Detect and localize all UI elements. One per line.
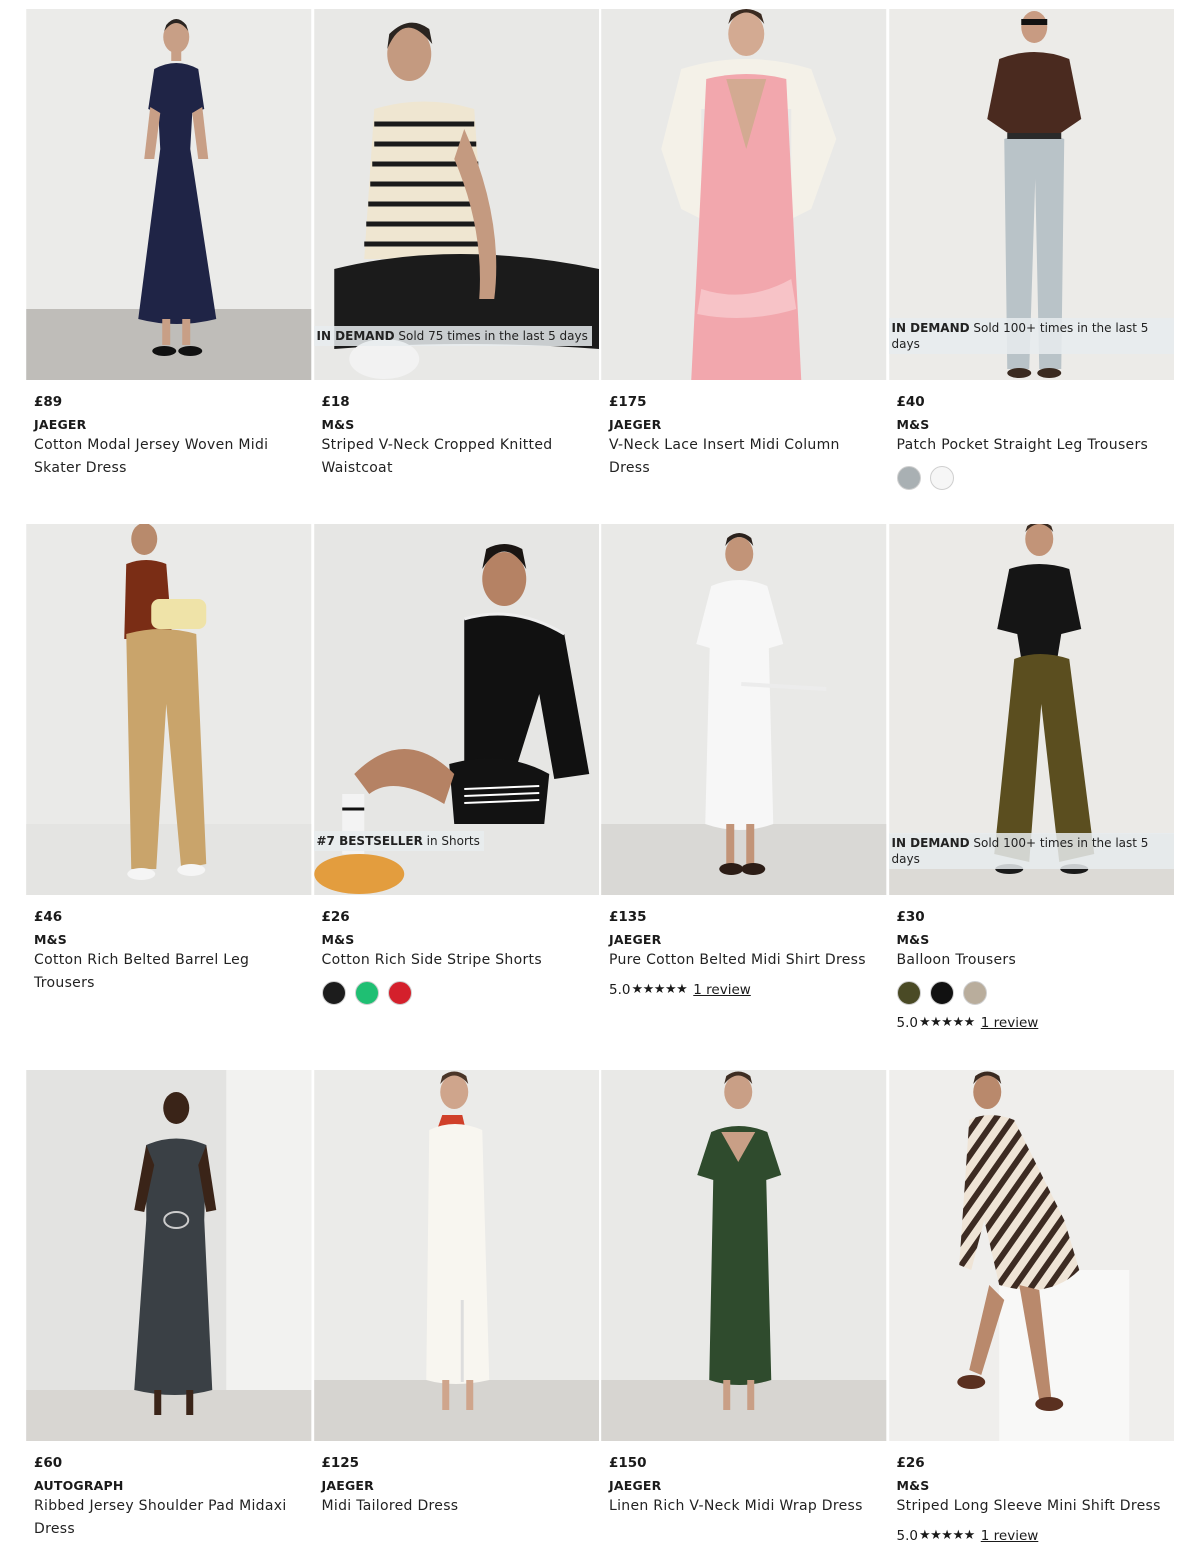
product-price: £46 bbox=[34, 909, 63, 925]
product-card[interactable]: IN DEMAND Sold 75 times in the last 5 da… bbox=[313, 9, 600, 490]
colour-swatch[interactable] bbox=[962, 980, 987, 1005]
rating: 5.0 ★★★★★ 1 review bbox=[897, 1526, 1167, 1546]
colour-swatches bbox=[896, 465, 1167, 490]
product-price: £30 bbox=[896, 909, 925, 925]
product-card[interactable]: £125 JAEGER Midi Tailored Dress bbox=[313, 1070, 600, 1546]
product-image[interactable] bbox=[313, 1070, 600, 1441]
reviews-link[interactable]: 1 review bbox=[693, 980, 751, 1000]
product-card[interactable]: IN DEMAND Sold 100+ times in the last 5 … bbox=[888, 524, 1174, 1033]
in-demand-badge: IN DEMAND Sold 100+ times in the last 5 … bbox=[888, 318, 1174, 354]
rating: 5.0 ★★★★★ 1 review bbox=[609, 980, 879, 1000]
product-row: £89 JAEGER Cotton Modal Jersey Woven Mid… bbox=[26, 9, 1174, 490]
product-brand: M&S bbox=[896, 417, 930, 432]
star-rating-icon: ★★★★★ bbox=[918, 1527, 975, 1543]
product-brand: M&S bbox=[321, 932, 355, 947]
product-image[interactable]: IN DEMAND Sold 100+ times in the last 5 … bbox=[888, 524, 1174, 895]
colour-swatch[interactable] bbox=[929, 465, 954, 490]
product-image[interactable] bbox=[601, 524, 887, 895]
in-demand-badge: IN DEMAND Sold 75 times in the last 5 da… bbox=[313, 326, 592, 346]
product-price: £40 bbox=[896, 394, 925, 410]
product-image[interactable]: IN DEMAND Sold 75 times in the last 5 da… bbox=[313, 9, 600, 380]
bestseller-badge: #7 BESTSELLER in Shorts bbox=[313, 831, 484, 851]
product-title[interactable]: Striped V-Neck Cropped Knitted Waistcoat bbox=[322, 434, 592, 479]
colour-swatch[interactable] bbox=[929, 980, 954, 1005]
star-rating-icon: ★★★★★ bbox=[918, 1014, 975, 1030]
product-title[interactable]: Pure Cotton Belted Midi Shirt Dress bbox=[609, 949, 879, 972]
product-card[interactable]: #7 BESTSELLER in Shorts £26 M&S Cotton R… bbox=[313, 524, 600, 1033]
product-row: £46 M&S Cotton Rich Belted Barrel Leg Tr… bbox=[26, 524, 1174, 1033]
rating-score: 5.0 bbox=[609, 981, 631, 998]
product-image[interactable] bbox=[26, 524, 312, 895]
product-brand: AUTOGRAPH bbox=[34, 1478, 124, 1493]
colour-swatches bbox=[896, 980, 1167, 1005]
product-title[interactable]: Midi Tailored Dress bbox=[322, 1495, 592, 1518]
product-card[interactable]: £150 JAEGER Linen Rich V-Neck Midi Wrap … bbox=[601, 1070, 887, 1546]
colour-swatch[interactable] bbox=[387, 980, 412, 1005]
reviews-link[interactable]: 1 review bbox=[981, 1013, 1039, 1033]
reviews-link[interactable]: 1 review bbox=[981, 1526, 1039, 1546]
product-title[interactable]: Linen Rich V-Neck Midi Wrap Dress bbox=[609, 1495, 879, 1518]
product-title[interactable]: Ribbed Jersey Shoulder Pad Midaxi Dress bbox=[34, 1495, 304, 1540]
product-brand: M&S bbox=[34, 932, 67, 947]
product-card[interactable]: £135 JAEGER Pure Cotton Belted Midi Shir… bbox=[601, 524, 887, 1033]
product-card[interactable]: £26 M&S Striped Long Sleeve Mini Shift D… bbox=[888, 1070, 1175, 1546]
product-title[interactable]: Cotton Rich Side Stripe Shorts bbox=[322, 949, 592, 972]
colour-swatch[interactable] bbox=[354, 980, 379, 1005]
product-brand: M&S bbox=[896, 932, 930, 947]
rating-score: 5.0 bbox=[896, 1014, 918, 1031]
colour-swatch[interactable] bbox=[896, 465, 921, 490]
colour-swatch[interactable] bbox=[896, 980, 921, 1005]
product-image[interactable] bbox=[888, 1070, 1175, 1441]
product-row: £60 AUTOGRAPH Ribbed Jersey Shoulder Pad… bbox=[26, 1070, 1174, 1546]
product-brand: JAEGER bbox=[609, 1478, 662, 1493]
product-image[interactable] bbox=[26, 1070, 312, 1441]
product-price: £89 bbox=[34, 394, 63, 410]
product-brand: M&S bbox=[321, 417, 355, 432]
colour-swatches bbox=[321, 980, 592, 1005]
product-title[interactable]: Balloon Trousers bbox=[897, 949, 1167, 972]
product-price: £125 bbox=[321, 1455, 360, 1471]
product-price: £26 bbox=[321, 909, 350, 925]
product-image[interactable]: IN DEMAND Sold 100+ times in the last 5 … bbox=[888, 9, 1174, 380]
product-card[interactable]: £60 AUTOGRAPH Ribbed Jersey Shoulder Pad… bbox=[26, 1070, 312, 1546]
product-image[interactable] bbox=[601, 1070, 887, 1441]
product-image[interactable]: #7 BESTSELLER in Shorts bbox=[313, 524, 600, 895]
star-rating-icon: ★★★★★ bbox=[631, 981, 688, 997]
product-price: £26 bbox=[896, 1455, 925, 1471]
product-card[interactable]: £89 JAEGER Cotton Modal Jersey Woven Mid… bbox=[26, 9, 312, 490]
product-title[interactable]: Patch Pocket Straight Leg Trousers bbox=[897, 434, 1167, 457]
product-image[interactable] bbox=[601, 9, 887, 380]
product-title[interactable]: V-Neck Lace Insert Midi Column Dress bbox=[609, 434, 879, 479]
product-card[interactable]: £46 M&S Cotton Rich Belted Barrel Leg Tr… bbox=[26, 524, 312, 1033]
product-price: £135 bbox=[609, 909, 647, 925]
product-card[interactable]: £175 JAEGER V-Neck Lace Insert Midi Colu… bbox=[601, 9, 887, 490]
product-brand: JAEGER bbox=[609, 417, 662, 432]
product-price: £60 bbox=[34, 1455, 63, 1471]
rating: 5.0 ★★★★★ 1 review bbox=[897, 1013, 1167, 1033]
product-brand: M&S bbox=[896, 1478, 930, 1493]
product-price: £175 bbox=[609, 394, 647, 410]
product-title[interactable]: Striped Long Sleeve Mini Shift Dress bbox=[897, 1495, 1167, 1518]
product-brand: JAEGER bbox=[321, 1478, 374, 1493]
colour-swatch[interactable] bbox=[321, 980, 346, 1005]
in-demand-badge: IN DEMAND Sold 100+ times in the last 5 … bbox=[888, 833, 1174, 869]
product-brand: JAEGER bbox=[34, 417, 87, 432]
product-image[interactable] bbox=[26, 9, 312, 380]
product-title[interactable]: Cotton Rich Belted Barrel Leg Trousers bbox=[34, 949, 304, 994]
rating-score: 5.0 bbox=[896, 1527, 918, 1544]
product-title[interactable]: Cotton Modal Jersey Woven Midi Skater Dr… bbox=[34, 434, 304, 479]
product-price: £150 bbox=[609, 1455, 647, 1471]
product-brand: JAEGER bbox=[609, 932, 662, 947]
product-price: £18 bbox=[321, 394, 350, 410]
product-card[interactable]: IN DEMAND Sold 100+ times in the last 5 … bbox=[888, 9, 1174, 490]
